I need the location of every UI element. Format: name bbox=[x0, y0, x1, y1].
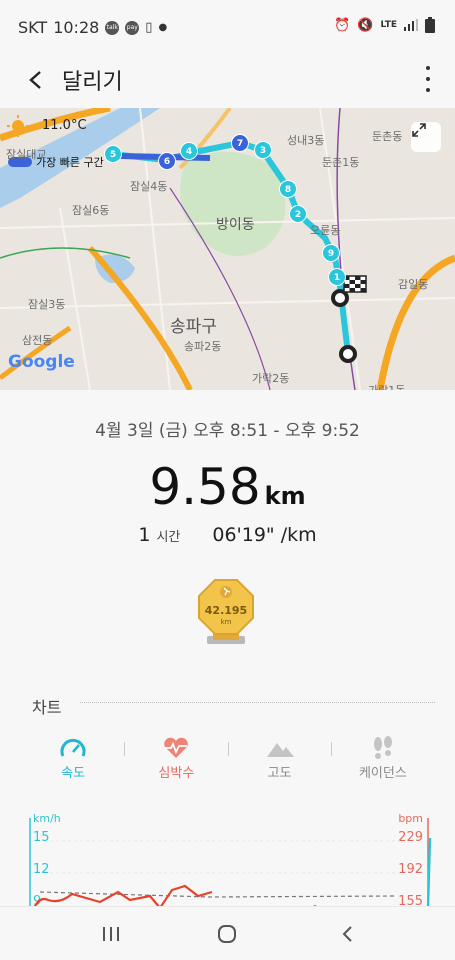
nav-back-button[interactable] bbox=[332, 921, 362, 947]
tab-speed[interactable]: 속도 bbox=[22, 734, 124, 786]
map-label: 방이동 bbox=[216, 217, 255, 233]
map-label: 잠실3동 bbox=[28, 298, 66, 311]
chevron-left-icon bbox=[342, 926, 352, 942]
alarm-icon: ⏰ bbox=[334, 17, 351, 33]
chart-plot bbox=[29, 818, 432, 908]
duration-unit: 시간 bbox=[156, 530, 181, 545]
recent-apps-icon bbox=[103, 927, 119, 941]
mountain-icon bbox=[266, 743, 294, 757]
talk-icon: talk bbox=[105, 20, 120, 35]
map-label: 감일동 bbox=[398, 278, 429, 291]
km-marker: 4 bbox=[180, 142, 198, 160]
more-options-button[interactable] bbox=[423, 66, 433, 92]
map-label: 잠실6동 bbox=[72, 204, 110, 217]
tab-label: 심박수 bbox=[158, 766, 195, 781]
distance-value: 9.58 bbox=[149, 458, 261, 516]
tab-heart-rate[interactable]: 심박수 bbox=[125, 734, 227, 786]
chart-tabs: 속도 심박수 고도 케이던스 bbox=[22, 734, 434, 786]
distance-unit: km bbox=[264, 482, 306, 510]
map-label: 둔촌1동 bbox=[322, 156, 360, 169]
km-marker: 6 bbox=[158, 152, 176, 170]
mute-icon: 🔇 bbox=[357, 17, 374, 33]
marathon-medal-badge[interactable]: 42.195 km bbox=[195, 578, 257, 648]
status-left: SKT 10:28 talk pay ▯ ● bbox=[18, 18, 167, 37]
lte-icon: LTE bbox=[380, 20, 397, 30]
map-label: 잠실4동 bbox=[130, 180, 168, 193]
km-marker: 7 bbox=[231, 134, 249, 152]
expand-icon bbox=[412, 123, 426, 137]
temperature: 11.0°C bbox=[42, 118, 87, 133]
average-line bbox=[39, 891, 396, 898]
heart-rate-series-line bbox=[33, 884, 213, 908]
tab-cadence[interactable]: 케이던스 bbox=[332, 734, 434, 786]
distance-display: 9.58 km bbox=[0, 458, 455, 516]
recent-apps-button[interactable] bbox=[96, 921, 126, 947]
duration-value: 1 bbox=[138, 524, 151, 546]
more-dot bbox=[426, 77, 430, 81]
medal-value: 42.195 bbox=[204, 604, 248, 617]
km-marker: 8 bbox=[279, 180, 297, 198]
pay-icon: pay bbox=[125, 20, 140, 35]
carrier: SKT bbox=[18, 18, 48, 37]
map-label: 송파2동 bbox=[184, 340, 222, 353]
app-bar: 달리기 bbox=[0, 56, 455, 108]
medal-unit: km bbox=[220, 618, 232, 626]
route-map[interactable]: 11.0°C 가장 빠른 구간 잠실대교 성내3동 둔촌동 둔촌1동 잠실6동 … bbox=[0, 108, 455, 390]
run-date-range: 4월 3일 (금) 오후 8:51 - 오후 9:52 bbox=[95, 421, 360, 441]
map-background bbox=[0, 108, 455, 390]
map-label: 가락1동 bbox=[368, 382, 405, 390]
map-label: 잠실대교 bbox=[6, 148, 47, 161]
page-title: 달리기 bbox=[62, 70, 123, 95]
more-dot bbox=[426, 88, 430, 92]
arrow-left-icon bbox=[29, 71, 41, 89]
expand-map-button[interactable] bbox=[411, 122, 441, 152]
map-label: 오륜동 bbox=[310, 224, 341, 237]
district-label: 송파구 bbox=[170, 317, 217, 337]
home-icon bbox=[218, 925, 236, 943]
map-label: 가락2동 bbox=[252, 372, 290, 385]
tab-label: 속도 bbox=[61, 766, 86, 781]
more-dot bbox=[426, 66, 430, 70]
km-marker: 2 bbox=[289, 205, 307, 223]
chart-section-title: 차트 bbox=[32, 698, 62, 717]
status-right: ⏰ 🔇 LTE bbox=[334, 17, 435, 33]
phone-icon: ▯ bbox=[145, 20, 153, 35]
google-logo: Google bbox=[8, 352, 75, 372]
battery-icon bbox=[425, 17, 435, 33]
map-label: 삼전동 bbox=[22, 334, 53, 347]
tab-altitude[interactable]: 고도 bbox=[229, 734, 331, 786]
km-marker: 3 bbox=[254, 141, 272, 159]
km-marker: 1 bbox=[328, 268, 346, 286]
signal-icon bbox=[404, 19, 418, 31]
tab-label: 고도 bbox=[267, 766, 292, 781]
tab-label: 케이던스 bbox=[358, 766, 407, 781]
map-label: 둔촌동 bbox=[372, 130, 403, 143]
divider bbox=[80, 702, 435, 703]
sub-stats: 1 시간 06'19" /km bbox=[0, 524, 455, 546]
heart-rate-icon bbox=[164, 737, 189, 758]
system-nav-bar bbox=[0, 906, 455, 960]
clock: 10:28 bbox=[53, 18, 100, 37]
km-marker: 5 bbox=[104, 145, 122, 163]
back-button[interactable] bbox=[20, 64, 52, 96]
pace-value: 06'19" /km bbox=[212, 524, 317, 546]
map-label: 성내3동 bbox=[287, 134, 325, 147]
status-bar: SKT 10:28 talk pay ▯ ● ⏰ 🔇 LTE bbox=[0, 0, 455, 56]
dot-icon: ● bbox=[158, 22, 168, 33]
footsteps-icon bbox=[373, 736, 392, 759]
speed-heart-rate-chart: km/h bpm 15 12 9 229 192 155 bbox=[0, 808, 455, 909]
km-marker: 9 bbox=[322, 244, 340, 262]
speedometer-icon bbox=[60, 738, 86, 757]
home-button[interactable] bbox=[212, 921, 242, 947]
